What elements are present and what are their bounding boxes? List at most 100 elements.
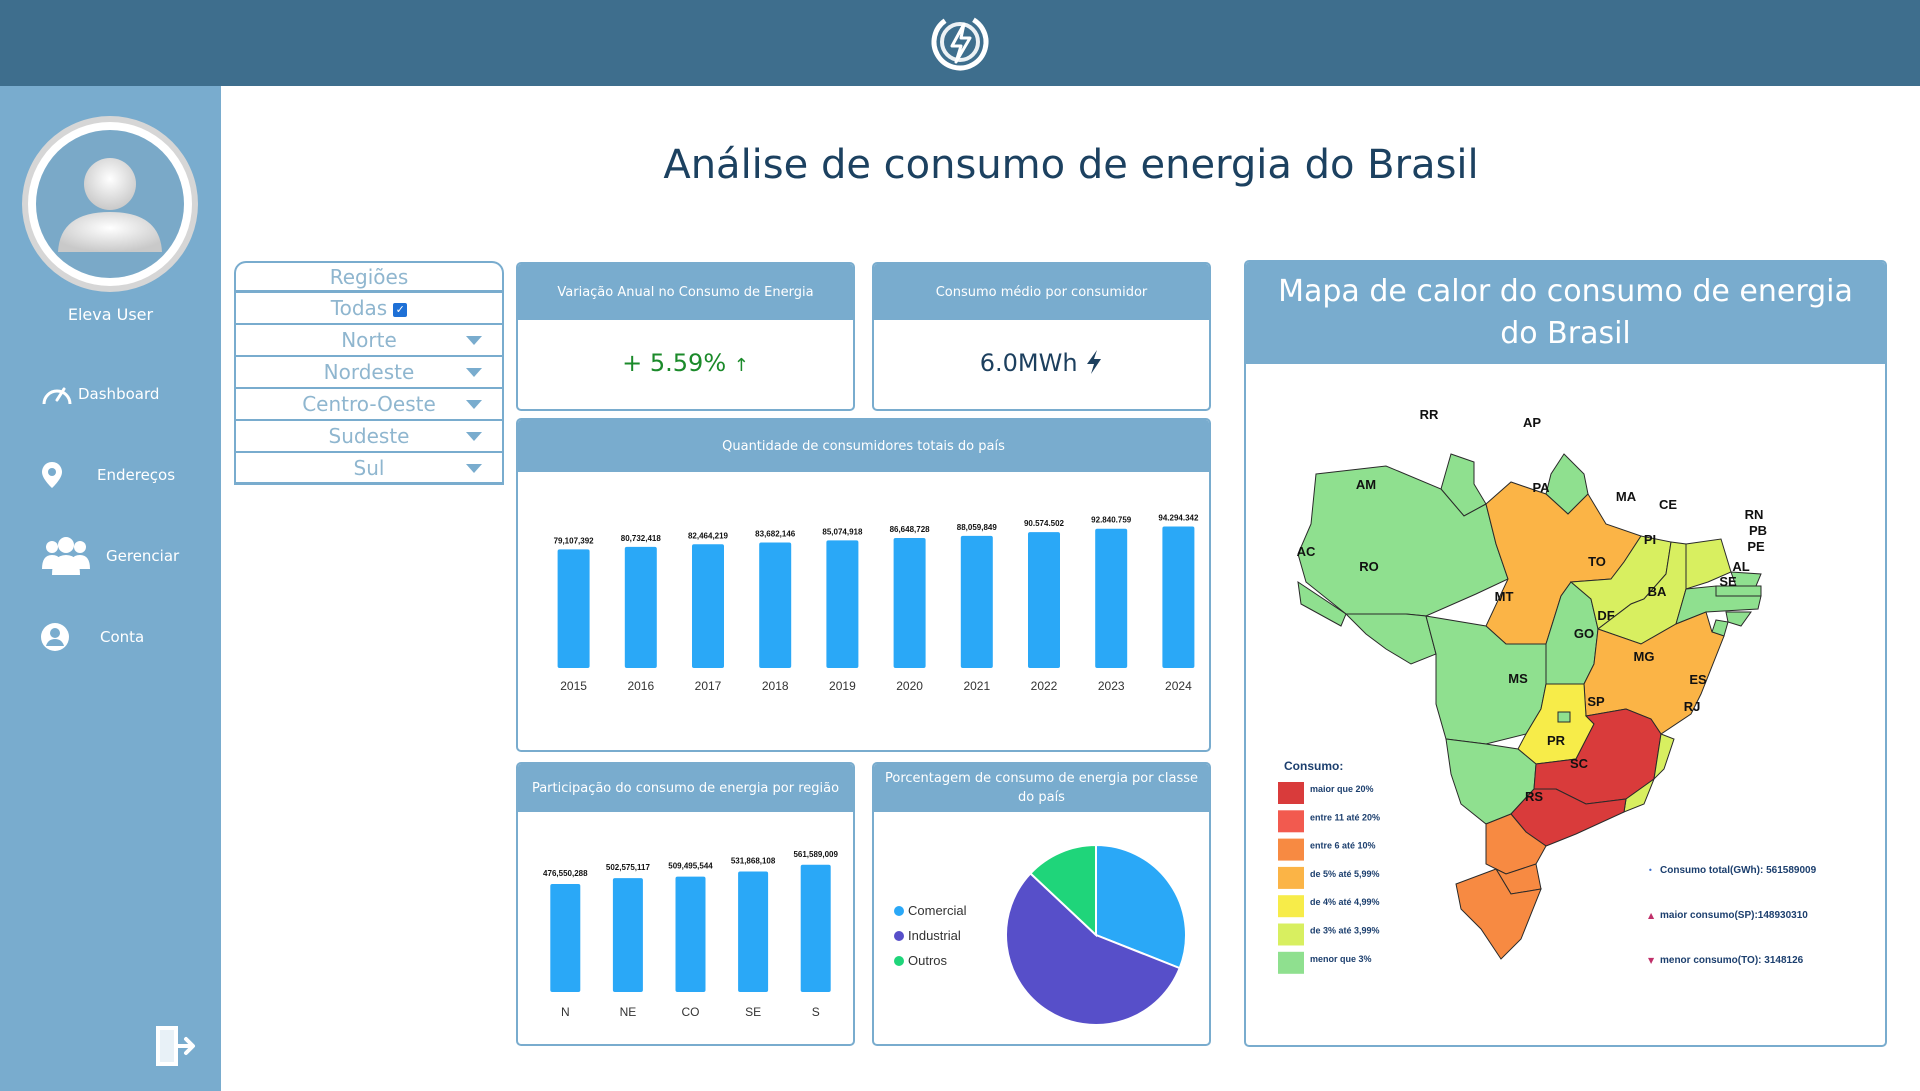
region-nordeste[interactable]: Nordeste bbox=[234, 357, 504, 389]
legend-label: de 3% até 3,99% bbox=[1310, 926, 1380, 936]
consumers-bar-label: 79,107,392 bbox=[554, 536, 595, 545]
region-nordeste-label: Nordeste bbox=[323, 360, 415, 384]
nav-gerenciar-label: Gerenciar bbox=[106, 547, 180, 565]
chevron-down-icon[interactable] bbox=[466, 464, 482, 473]
region-chart-card: Participação do consumo de energia por r… bbox=[516, 762, 855, 1046]
consumers-x-tick: 2024 bbox=[1165, 679, 1192, 693]
top-bar bbox=[0, 0, 1920, 86]
region-todas[interactable]: Todas ✓ bbox=[234, 293, 504, 325]
class-chart-card: Porcentagem de consumo de energia por cl… bbox=[872, 762, 1211, 1046]
state-label-rj: RJ bbox=[1684, 699, 1701, 714]
consumers-bar[interactable] bbox=[893, 538, 926, 668]
region-sul[interactable]: Sul bbox=[234, 453, 504, 485]
checkbox-checked-icon[interactable]: ✓ bbox=[393, 302, 408, 317]
region-sudeste[interactable]: Sudeste bbox=[234, 421, 504, 453]
consumers-bar-label: 92.840.759 bbox=[1091, 516, 1132, 525]
chevron-down-icon[interactable] bbox=[466, 368, 482, 377]
state-label-sc: SC bbox=[1570, 756, 1589, 771]
region-todas-label: Todas bbox=[330, 296, 388, 320]
speedometer-icon bbox=[42, 387, 72, 405]
region-chart-title: Participação do consumo de energia por r… bbox=[518, 764, 853, 812]
consumers-bar[interactable] bbox=[1028, 532, 1060, 668]
consumers-bar-label: 83,682,146 bbox=[755, 529, 796, 538]
consumers-bar-label: 90.574.502 bbox=[1024, 519, 1065, 528]
region-bar-label: 561,589,009 bbox=[793, 850, 838, 859]
region-bar[interactable] bbox=[800, 864, 831, 992]
state-label-rr: RR bbox=[1420, 407, 1439, 422]
nav-conta-label: Conta bbox=[100, 628, 145, 646]
region-centro-oeste[interactable]: Centro-Oeste bbox=[234, 389, 504, 421]
legend-label: entre 6 até 10% bbox=[1310, 841, 1376, 851]
lightning-bolt-icon bbox=[1087, 350, 1102, 374]
state-label-ma: MA bbox=[1616, 489, 1637, 504]
state-label-mt: MT bbox=[1495, 589, 1514, 604]
nav-dashboard[interactable]: Dashboard bbox=[40, 374, 210, 414]
consumers-bar[interactable] bbox=[826, 540, 859, 668]
region-bar[interactable] bbox=[738, 871, 769, 992]
consumers-bar-label: 80,732,418 bbox=[621, 534, 662, 543]
state-label-pi: PI bbox=[1644, 532, 1656, 547]
consumers-bar[interactable] bbox=[557, 549, 590, 668]
region-bar[interactable] bbox=[612, 878, 643, 992]
kpi-variation-value: + 5.59% ↑ bbox=[518, 349, 853, 377]
account-icon bbox=[41, 623, 69, 651]
state-ro[interactable] bbox=[1344, 613, 1437, 665]
state-label-am: AM bbox=[1356, 477, 1376, 492]
state-label-sp: SP bbox=[1587, 694, 1605, 709]
legend-swatch bbox=[1278, 923, 1304, 946]
brazil-heat-map[interactable]: RR AP AM PA MA CE RNPBPE ALSE PI AC RO TO BA MT DFGO MG… bbox=[1246, 364, 1885, 1045]
nav-conta[interactable]: Conta bbox=[40, 617, 210, 657]
region-bar-label: 476,550,288 bbox=[543, 869, 588, 878]
consumers-bar[interactable] bbox=[1162, 526, 1195, 668]
region-bar[interactable] bbox=[550, 884, 581, 992]
legend-title: Consumo: bbox=[1284, 759, 1343, 773]
legend-label-industrial: Industrial bbox=[908, 928, 961, 943]
consumers-bar[interactable] bbox=[692, 544, 724, 668]
chevron-down-icon[interactable] bbox=[466, 400, 482, 409]
legend-label: de 5% até 5,99% bbox=[1310, 869, 1380, 879]
state-label-pa: PA bbox=[1532, 480, 1550, 495]
consumers-x-tick: 2015 bbox=[560, 679, 587, 693]
state-label-mg: MG bbox=[1634, 649, 1655, 664]
kpi-avg-card: Consumo médio por consumidor 6.0MWh bbox=[872, 262, 1211, 411]
legend-swatch bbox=[1278, 782, 1304, 804]
legend-swatch bbox=[1278, 838, 1304, 861]
state-label-ac: AC bbox=[1297, 544, 1316, 559]
state-label-es: ES bbox=[1689, 672, 1707, 687]
consumers-bar[interactable] bbox=[1095, 528, 1128, 668]
region-sul-label: Sul bbox=[353, 456, 385, 480]
nav-enderecos[interactable]: Endereços bbox=[40, 455, 210, 495]
chevron-down-icon[interactable] bbox=[466, 336, 482, 345]
region-bar[interactable] bbox=[675, 876, 706, 992]
consumers-x-tick: 2017 bbox=[695, 679, 722, 693]
map-card: Mapa de calor do consumo de energia do B… bbox=[1244, 260, 1887, 1047]
logout-icon[interactable] bbox=[152, 1022, 200, 1070]
legend-dot-industrial bbox=[894, 931, 904, 941]
region-x-tick: SE bbox=[745, 1005, 761, 1019]
nav-gerenciar[interactable]: Gerenciar bbox=[40, 536, 210, 576]
location-pin-icon bbox=[42, 462, 62, 488]
region-bar-label: 502,575,117 bbox=[606, 863, 651, 872]
chevron-down-icon[interactable] bbox=[466, 432, 482, 441]
region-sudeste-label: Sudeste bbox=[328, 424, 410, 448]
kpi-avg-title: Consumo médio por consumidor bbox=[874, 264, 1209, 320]
consumers-x-tick: 2019 bbox=[829, 679, 856, 693]
nav-dashboard-label: Dashboard bbox=[78, 385, 160, 403]
consumers-chart-title: Quantidade de consumidores totais do paí… bbox=[518, 420, 1209, 472]
consumers-bar-label: 94.294.342 bbox=[1158, 514, 1199, 523]
region-norte[interactable]: Norte bbox=[234, 325, 504, 357]
consumers-bar[interactable] bbox=[759, 542, 792, 668]
state-al[interactable] bbox=[1725, 611, 1752, 627]
consumers-bar-label: 82,464,219 bbox=[688, 531, 729, 540]
consumers-bar[interactable] bbox=[960, 535, 993, 668]
consumers-bar[interactable] bbox=[624, 546, 657, 668]
state-df[interactable] bbox=[1557, 711, 1571, 723]
class-pie-chart: Comercial Industrial Outros bbox=[894, 843, 1187, 1026]
region-x-tick: N bbox=[561, 1005, 570, 1019]
region-centro-oeste-label: Centro-Oeste bbox=[302, 392, 436, 416]
sidebar: Eleva User Dashboard Endereços Gerenciar bbox=[0, 86, 221, 1091]
region-norte-label: Norte bbox=[341, 328, 397, 352]
page-title: Análise de consumo de energia do Brasil bbox=[663, 142, 1479, 188]
avatar[interactable] bbox=[18, 112, 202, 296]
lightning-bolt-icon[interactable] bbox=[928, 10, 992, 74]
